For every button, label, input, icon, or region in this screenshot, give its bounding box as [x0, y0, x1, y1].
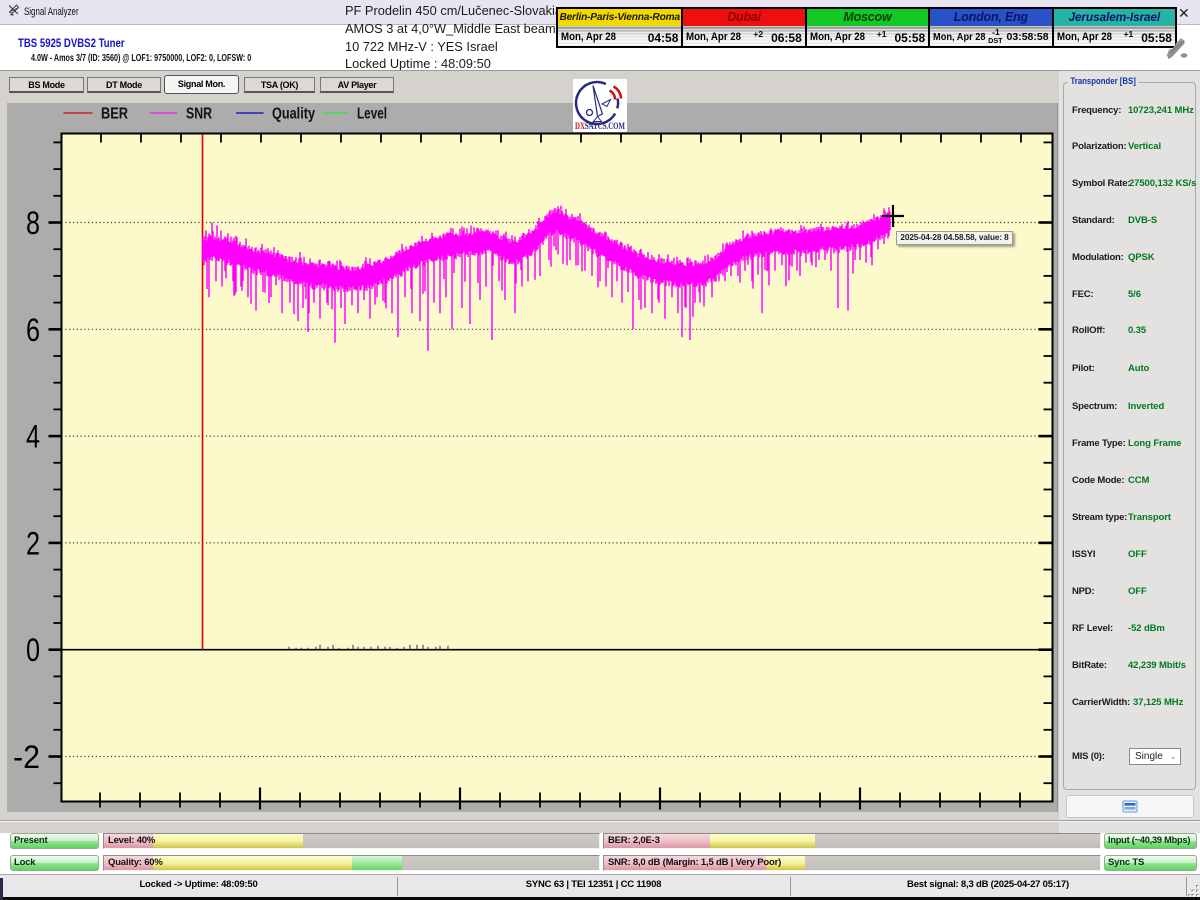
svg-text:DXSATCS.COM: DXSATCS.COM: [575, 121, 625, 131]
svg-text:2: 2: [26, 525, 40, 561]
svg-text:SNR: SNR: [186, 106, 212, 123]
svg-text:8: 8: [26, 205, 40, 241]
svg-text:Level: Level: [357, 106, 387, 123]
svg-text:0: 0: [26, 632, 40, 668]
svg-text:BER: BER: [101, 106, 128, 123]
svg-text:6: 6: [26, 312, 40, 348]
svg-text:4: 4: [26, 419, 40, 455]
svg-text:Quality: Quality: [272, 106, 315, 123]
svg-text:-2: -2: [13, 739, 40, 775]
